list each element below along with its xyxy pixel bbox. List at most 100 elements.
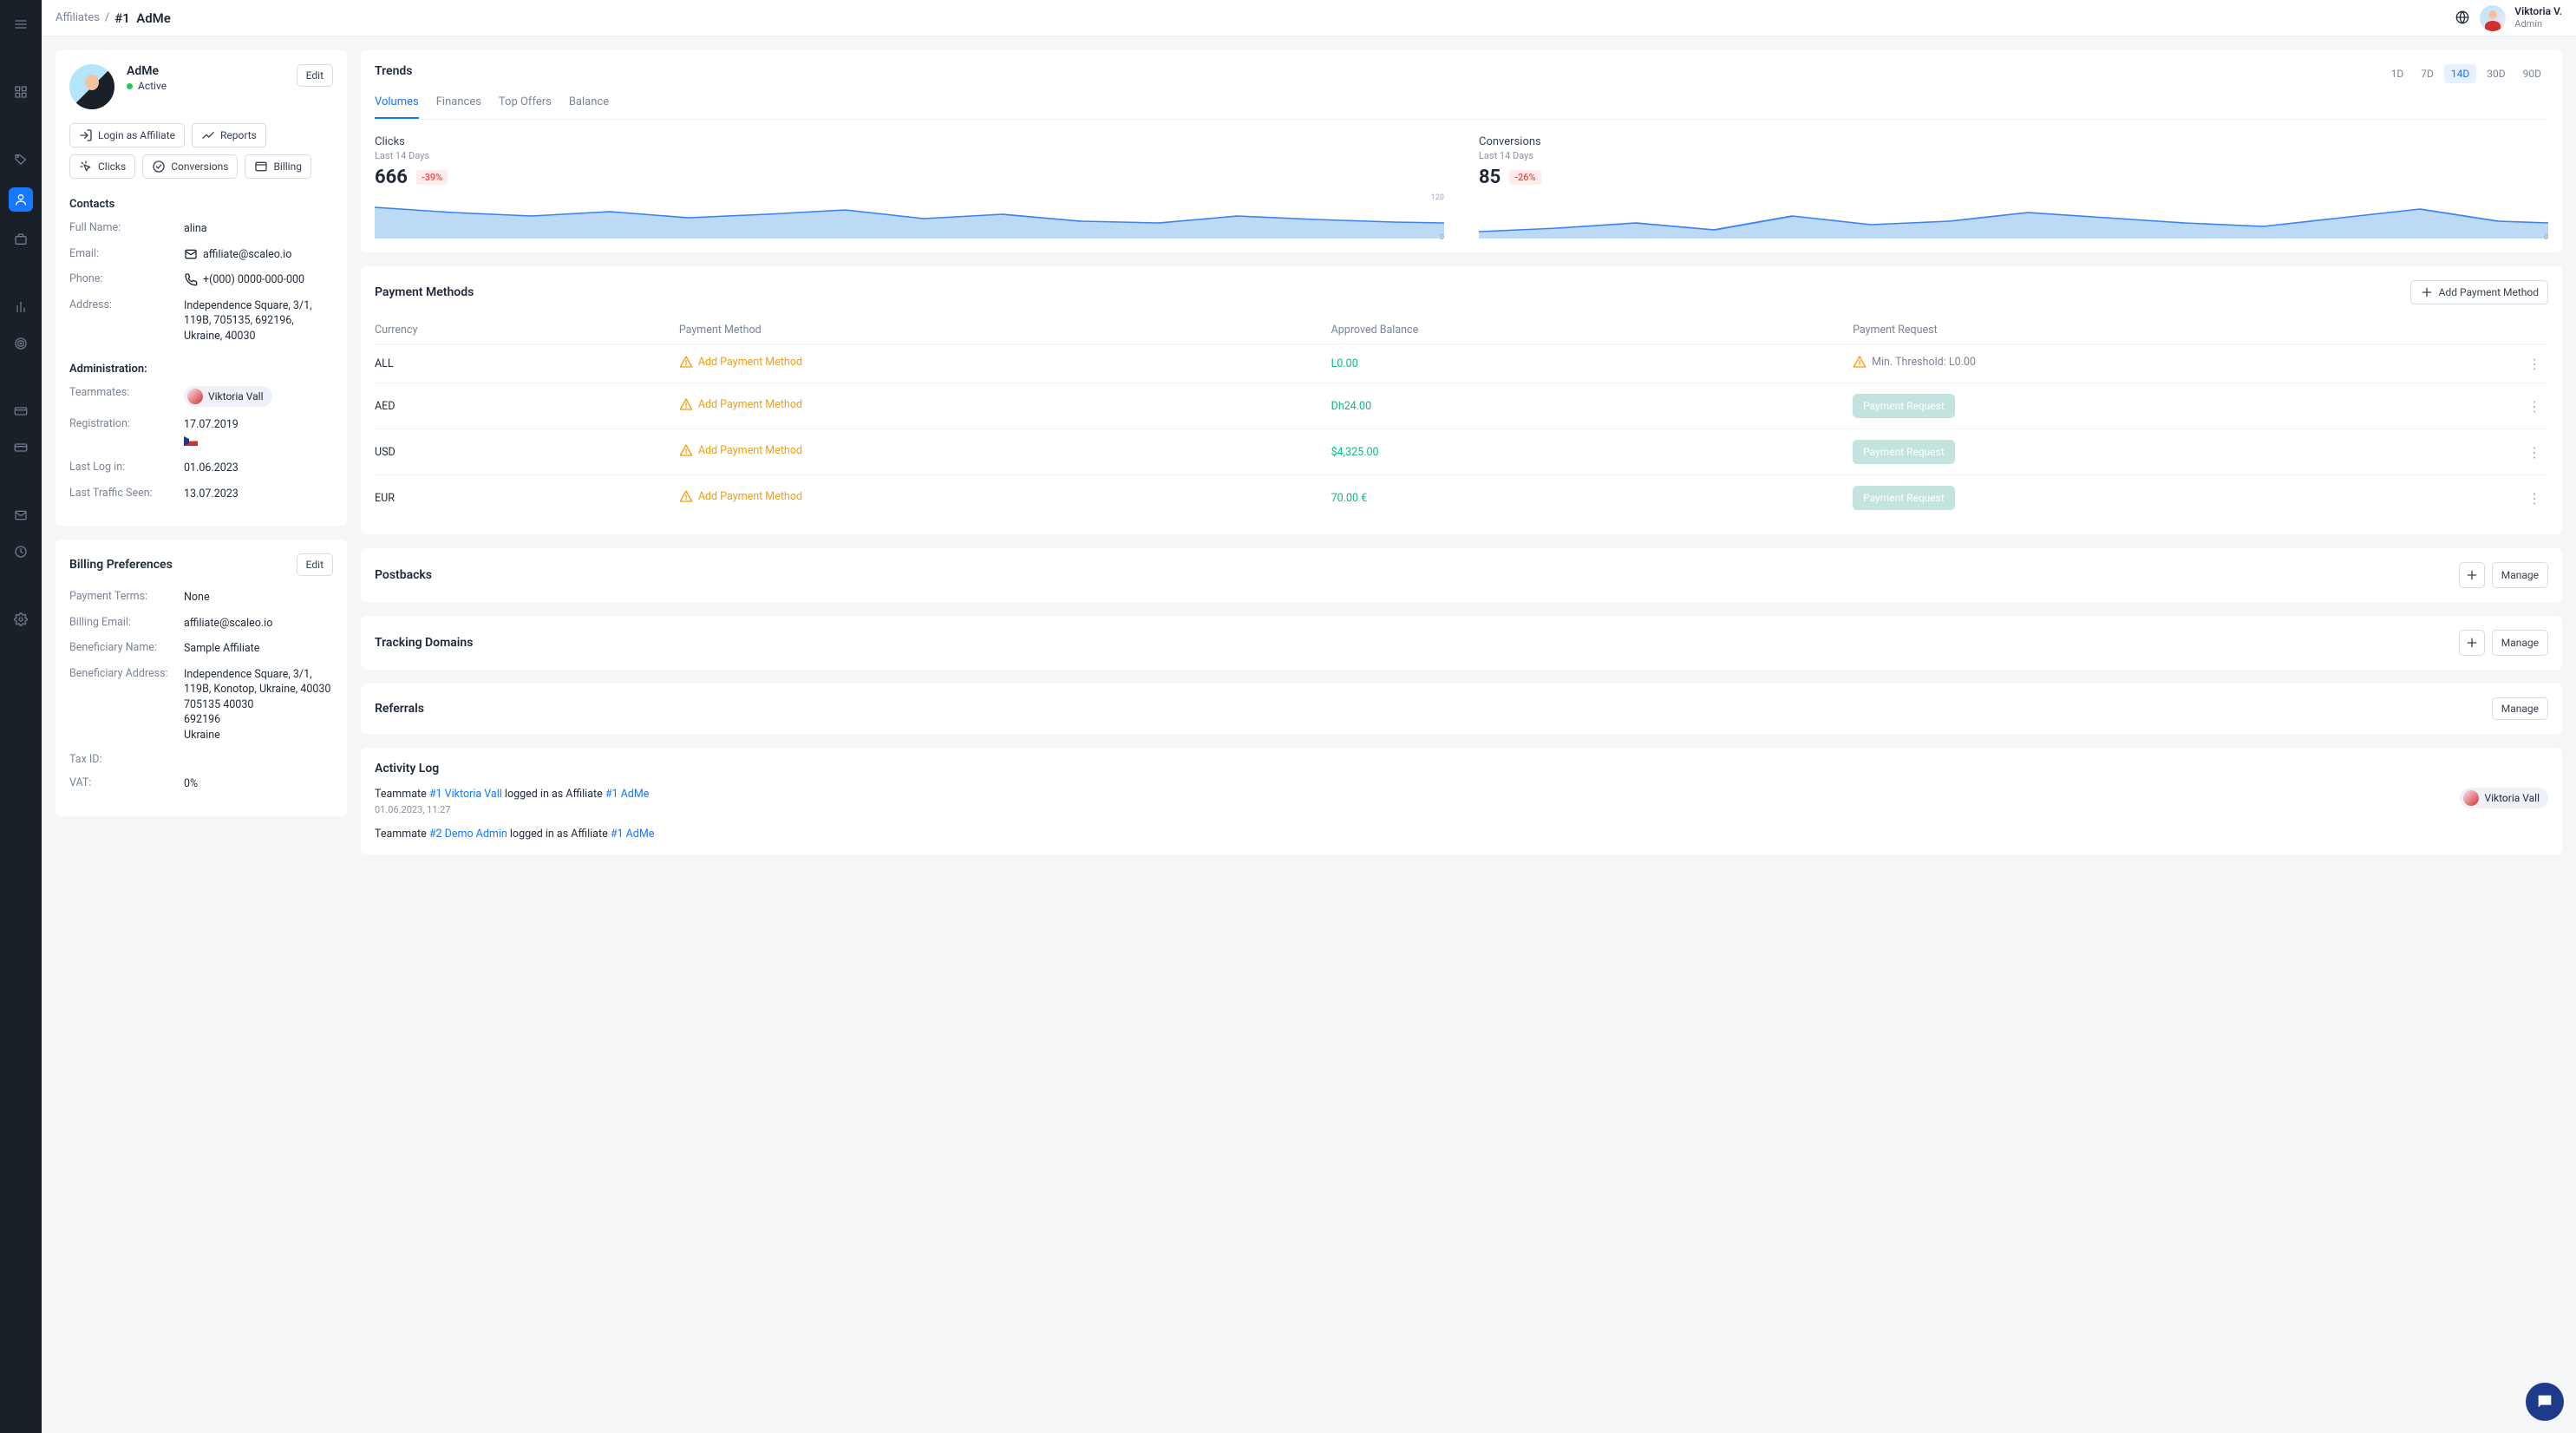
user-menu[interactable]: Viktoria V. Admin	[2455, 5, 2562, 31]
table-row: ALL Add Payment Method L0.00 Min. Thresh…	[375, 344, 2548, 383]
activity-link[interactable]: #1 AdMe	[611, 828, 655, 841]
teammate-chip[interactable]: Viktoria Vall	[184, 386, 272, 407]
row-menu-icon[interactable]: ⋮	[2522, 444, 2547, 461]
range-selector: 1D 7D 14D 30D 90D	[2384, 64, 2548, 83]
activity-item: Teammate #1 Viktoria Vall logged in as A…	[375, 788, 2548, 815]
reports-button[interactable]: Reports	[192, 123, 266, 147]
avatar	[2480, 5, 2506, 31]
avatar-icon	[2463, 790, 2479, 806]
add-payment-link[interactable]: Add Payment Method	[679, 355, 802, 369]
profile-card: AdMe Active Edit Login as Affiliate Repo…	[56, 50, 347, 526]
currency-cell: ALL	[375, 344, 679, 383]
range-7d[interactable]: 7D	[2414, 64, 2441, 83]
payment-methods-title: Payment Methods	[375, 285, 474, 299]
balance-cell: L0.00	[1331, 344, 1853, 383]
clicks-delta: -39%	[416, 170, 448, 185]
admin-heading: Administration:	[69, 363, 333, 376]
tab-top-offers[interactable]: Top Offers	[499, 95, 552, 119]
login-as-affiliate-button[interactable]: Login as Affiliate	[69, 123, 185, 147]
profile-avatar	[69, 64, 114, 109]
avatar-icon	[187, 389, 203, 404]
fullname-value: alina	[184, 221, 207, 237]
activity-link[interactable]: #1 AdMe	[605, 788, 650, 801]
activity-link[interactable]: #1 Viktoria Vall	[429, 788, 502, 801]
payment-terms-value: None	[184, 590, 210, 605]
manage-tracking-button[interactable]: Manage	[2492, 630, 2548, 656]
warning-icon	[679, 443, 693, 457]
flag-icon	[184, 436, 198, 446]
last-traffic-value: 13.07.2023	[184, 487, 239, 502]
user-role: Admin	[2514, 18, 2562, 29]
globe-icon[interactable]	[2455, 10, 2471, 26]
warning-icon	[1853, 355, 1867, 369]
address-value: Independence Square, 3/1, 119B, 705135, …	[184, 298, 333, 344]
table-row: EUR Add Payment Method 70.00 € Payment R…	[375, 475, 2548, 521]
add-payment-link[interactable]: Add Payment Method	[679, 489, 802, 503]
phone-icon	[184, 272, 198, 286]
range-90d[interactable]: 90D	[2516, 64, 2548, 83]
chat-fab-button[interactable]	[2526, 1383, 2564, 1421]
manage-postbacks-button[interactable]: Manage	[2492, 562, 2548, 588]
phone-value: +(000) 0000-000-000	[184, 272, 304, 288]
edit-billing-button[interactable]: Edit	[297, 553, 333, 576]
target-icon[interactable]	[12, 335, 29, 352]
payment-request-button[interactable]: Payment Request	[1853, 394, 1955, 418]
history-icon[interactable]	[12, 543, 29, 560]
conversions-stat: Conversions Last 14 Days 85-26% 0	[1479, 135, 2548, 239]
trends-tabs: Volumes Finances Top Offers Balance	[375, 95, 2548, 120]
mail-icon[interactable]	[12, 507, 29, 524]
tab-volumes[interactable]: Volumes	[375, 95, 419, 119]
manage-referrals-button[interactable]: Manage	[2492, 697, 2548, 720]
breadcrumb: Affiliates / #1 AdMe	[56, 10, 171, 26]
activity-link[interactable]: #2 Demo Admin	[429, 828, 507, 841]
range-14d[interactable]: 14D	[2444, 64, 2476, 83]
payment-request-button[interactable]: Payment Request	[1853, 486, 1955, 510]
activity-item: Teammate #2 Demo Admin logged in as Affi…	[375, 828, 2548, 841]
clicks-button[interactable]: Clicks	[69, 154, 135, 179]
row-menu-icon[interactable]: ⋮	[2522, 490, 2547, 507]
last-login-value: 01.06.2023	[184, 461, 239, 476]
trends-title: Trends	[375, 64, 412, 78]
add-payment-link[interactable]: Add Payment Method	[679, 397, 802, 411]
left-sidebar	[0, 0, 42, 1433]
tracking-domains-card: Tracking Domains Manage	[361, 616, 2562, 670]
registration-value: 17.07.2019	[184, 418, 239, 431]
activity-user-chip[interactable]: Viktoria Vall	[2460, 788, 2548, 808]
card2-icon[interactable]	[12, 439, 29, 456]
tab-finances[interactable]: Finances	[436, 95, 481, 119]
range-1d[interactable]: 1D	[2384, 64, 2411, 83]
conversions-delta: -26%	[1509, 170, 1540, 185]
email-value: affiliate@scaleo.io	[184, 247, 291, 263]
menu-icon[interactable]	[12, 16, 29, 33]
postbacks-card: Postbacks Manage	[361, 548, 2562, 602]
payment-request-button[interactable]: Payment Request	[1853, 440, 1955, 464]
add-payment-method-button[interactable]: Add Payment Method	[2410, 280, 2548, 304]
profile-name: AdMe	[127, 64, 167, 78]
profile-status: Active	[127, 80, 167, 92]
clicks-value: 666	[375, 167, 408, 188]
table-row: USD Add Payment Method $4,325.00 Payment…	[375, 429, 2548, 475]
conversions-button[interactable]: Conversions	[142, 154, 238, 179]
tab-balance[interactable]: Balance	[569, 95, 609, 119]
range-30d[interactable]: 30D	[2480, 64, 2512, 83]
gear-icon[interactable]	[12, 611, 29, 628]
billing-button[interactable]: Billing	[245, 154, 311, 179]
add-postback-button[interactable]	[2459, 562, 2485, 588]
card-icon[interactable]	[12, 402, 29, 420]
dashboard-icon[interactable]	[12, 83, 29, 101]
warning-icon	[679, 355, 693, 369]
row-menu-icon[interactable]: ⋮	[2522, 356, 2547, 372]
vat-value: 0%	[184, 776, 198, 792]
user-icon[interactable]	[9, 187, 33, 212]
add-payment-link[interactable]: Add Payment Method	[679, 443, 802, 457]
tag-icon[interactable]	[12, 151, 29, 168]
billing-card: Billing Preferences Edit Payment Terms:N…	[56, 540, 347, 816]
clicks-stat: Clicks Last 14 Days 666-39% 120 0	[375, 135, 1444, 239]
row-menu-icon[interactable]: ⋮	[2522, 398, 2547, 415]
briefcase-icon[interactable]	[12, 231, 29, 248]
billing-title: Billing Preferences	[69, 558, 173, 572]
add-tracking-domain-button[interactable]	[2459, 630, 2485, 656]
breadcrumb-parent[interactable]: Affiliates	[56, 11, 100, 24]
chart-icon[interactable]	[12, 298, 29, 316]
edit-profile-button[interactable]: Edit	[297, 64, 333, 87]
